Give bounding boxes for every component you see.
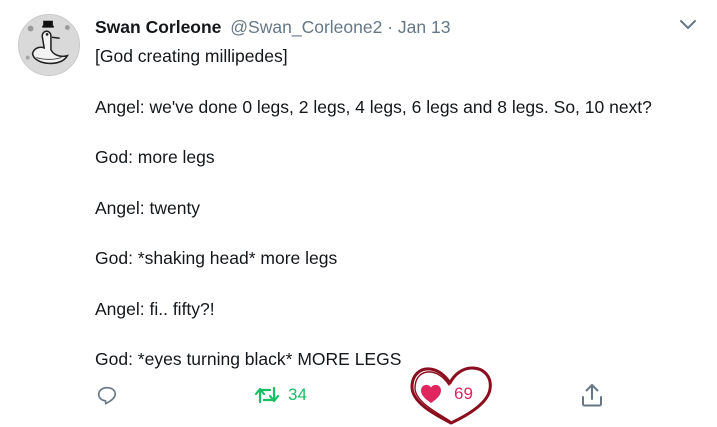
user-handle[interactable]: @Swan_Corleone2 (230, 17, 382, 37)
display-name[interactable]: Swan Corleone (95, 17, 221, 37)
like-button[interactable]: 69 (420, 384, 473, 404)
retweet-count: 34 (288, 385, 307, 404)
tweet-line: God: more legs (95, 147, 215, 167)
tweet-line: God: *shaking head* more legs (95, 248, 338, 268)
tweet-line: Angel: fi.. fifty?! (95, 298, 215, 319)
avatar[interactable] (18, 14, 80, 76)
retweet-icon (254, 386, 280, 404)
retweet-button[interactable]: 34 (254, 384, 307, 406)
tweet-line: Angel: twenty (95, 197, 201, 218)
tweet-line: God: *eyes turning black* MORE LEGS (95, 349, 402, 369)
reply-icon (97, 386, 117, 405)
tweet-header: Swan Corleone @Swan_Corleone2 · Jan 13 (95, 16, 450, 38)
header-separator: · (387, 17, 394, 37)
share-icon (582, 384, 602, 407)
tweet-line: Angel: we've done 0 legs, 2 legs, 4 legs… (95, 96, 652, 117)
share-button[interactable] (581, 383, 603, 407)
chevron-down-icon[interactable] (679, 18, 697, 32)
tweet-date[interactable]: Jan 13 (398, 17, 451, 37)
tweet-text: [God creating millipedes] Angel: we've d… (95, 45, 705, 399)
like-count: 69 (454, 384, 473, 403)
reply-button[interactable] (96, 384, 118, 406)
tweet-actions: 34 69 (0, 378, 717, 414)
heart-icon (421, 384, 441, 404)
tweet-line: [God creating millipedes] (95, 46, 288, 66)
tweet-card: Swan Corleone @Swan_Corleone2 · Jan 13 [… (0, 0, 717, 425)
